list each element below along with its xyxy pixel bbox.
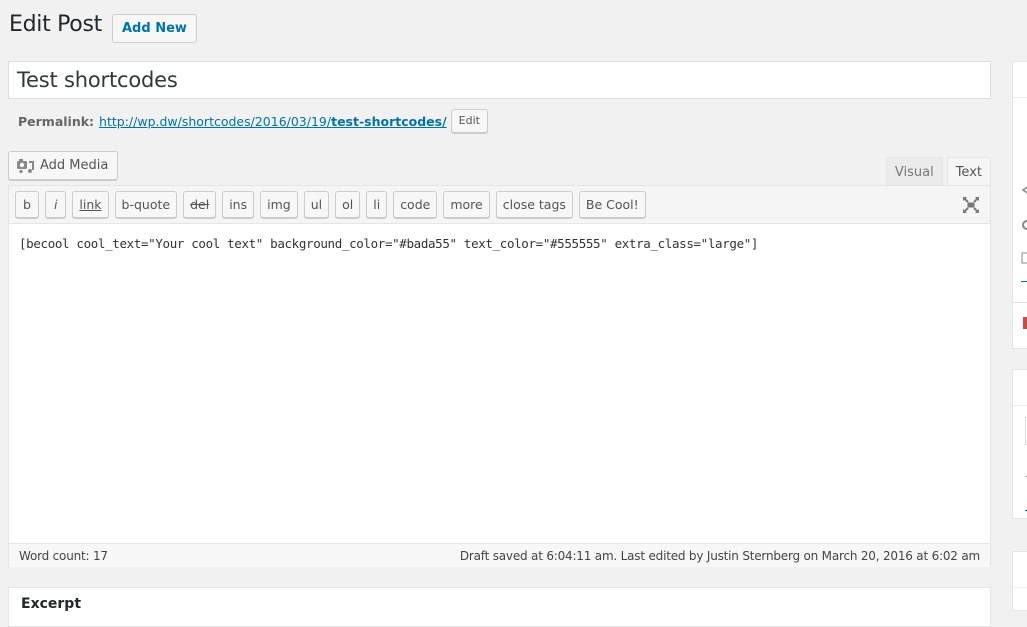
editor: b i link b-quote del ins img ul ol li co… (8, 185, 991, 567)
fullscreen-icon[interactable] (962, 196, 980, 214)
qt-del-button[interactable]: del (183, 191, 217, 218)
excerpt-title[interactable]: Excerpt (9, 588, 990, 620)
qt-link-button[interactable]: link (72, 191, 109, 218)
add-new-button[interactable]: Add New (112, 14, 197, 43)
permalink-row: Permalink: http://wp.dw/shortcodes/2016/… (18, 109, 488, 133)
trash-link[interactable] (1023, 317, 1027, 329)
qt-be-cool-button[interactable]: Be Cool! (578, 191, 646, 218)
post-title-input[interactable]: Test shortcodes (8, 61, 991, 99)
word-count: Word count: 17 (19, 548, 108, 563)
permalink-label: Permalink: (18, 113, 95, 129)
page-title: Edit Post (9, 12, 102, 37)
featured-image-header (1013, 552, 1027, 588)
qt-close-tags-button[interactable]: close tags (495, 191, 573, 218)
quicktags-toolbar: b i link b-quote del ins img ul ol li co… (9, 186, 990, 224)
qt-blockquote-button[interactable]: b-quote (114, 191, 178, 218)
qt-li-button[interactable]: li (366, 191, 388, 218)
tab-text[interactable]: Text (946, 157, 991, 186)
edit-date-link[interactable] (1021, 272, 1027, 282)
editor-tabs: Visual Text (882, 157, 991, 186)
autosave-status: Draft saved at 6:04:11 am. Last edited b… (459, 548, 980, 563)
publish-box (1012, 61, 1027, 349)
tags-box-header (1013, 370, 1027, 406)
add-media-button[interactable]: Add Media (8, 151, 119, 180)
tab-visual[interactable]: Visual (885, 157, 943, 186)
editor-status-bar: Word count: 17 Draft saved at 6:04:11 am… (9, 543, 990, 567)
qt-ol-button[interactable]: ol (335, 191, 361, 218)
media-icon (17, 158, 34, 173)
publish-actions-divider (1013, 302, 1027, 303)
qt-ins-button[interactable]: ins (222, 191, 255, 218)
calendar-icon (1021, 252, 1027, 264)
permalink-slug: test-shortcodes/ (331, 113, 447, 129)
featured-image-box (1012, 551, 1027, 611)
permalink-edit-button[interactable]: Edit (450, 109, 488, 133)
qt-more-button[interactable]: more (443, 191, 490, 218)
qt-code-button[interactable]: code (393, 191, 438, 218)
permalink-base: http://wp.dw/shortcodes/2016/03/19/ (99, 113, 332, 129)
qt-bold-button[interactable]: b (15, 191, 39, 218)
revisions-icon (1022, 220, 1027, 230)
publish-box-header (1013, 62, 1027, 98)
sidebar (1012, 0, 1027, 611)
qt-img-button[interactable]: img (260, 191, 298, 218)
tags-box (1012, 369, 1027, 519)
content-textarea[interactable]: [becool cool_text="Your cool text" backg… (9, 224, 990, 543)
permalink-link[interactable]: http://wp.dw/shortcodes/2016/03/19/test-… (99, 114, 447, 129)
qt-ul-button[interactable]: ul (303, 191, 330, 218)
qt-italic-button[interactable]: i (44, 191, 67, 218)
excerpt-box: Excerpt (8, 587, 991, 627)
visibility-icon (1021, 186, 1027, 194)
add-media-label: Add Media (40, 158, 109, 173)
